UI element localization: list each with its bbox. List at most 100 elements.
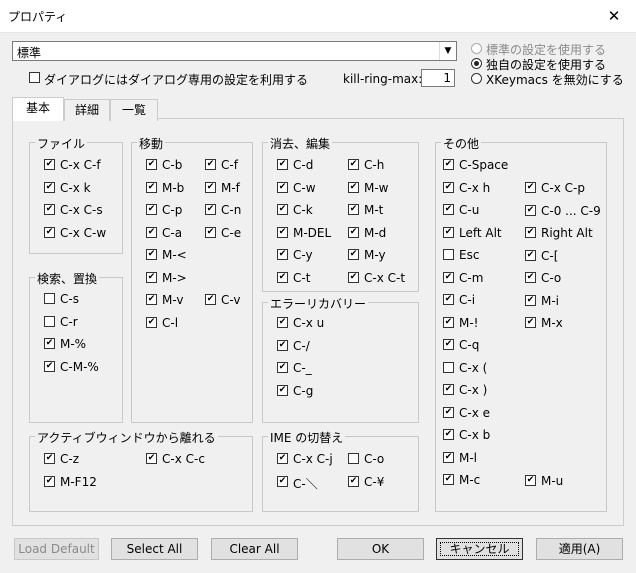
checkbox-edit-b-0[interactable]: ✔ [348, 159, 359, 170]
checkbox-move-b-3[interactable]: ✔ [205, 226, 216, 238]
checkbox-other-a-1[interactable]: ✔ [443, 181, 454, 193]
checkbox-other-b-0[interactable]: ✔ [525, 182, 536, 193]
checkbox-file-3[interactable]: ✔ [44, 226, 55, 238]
checkbox-edit-b-1[interactable]: ✔ [348, 181, 359, 193]
group-other-title: その他 [441, 135, 482, 152]
checkbox-label-other-a-1: C-x h [459, 180, 491, 195]
checkbox-other-b-1[interactable]: ✔ [525, 204, 536, 216]
checkbox-label-other-b-7: M-u [541, 473, 564, 488]
group-move-title: 移動 [137, 135, 166, 152]
checkbox-edit-a-4[interactable]: ✔ [277, 249, 288, 260]
checkbox-edit-a-0[interactable]: ✔ [277, 159, 288, 170]
checkbox-label-move-a-1: M-b [162, 180, 185, 195]
checkbox-ime-3[interactable]: ✔ [348, 476, 359, 487]
checkbox-ime-1[interactable] [348, 453, 359, 464]
checkbox-label-other-a-8: C-q [459, 338, 480, 352]
checkbox-other-a-7[interactable]: ✔ [443, 316, 454, 328]
checkbox-label-other-a-4: Esc [459, 248, 480, 262]
checkbox-recovery-3[interactable]: ✔ [277, 384, 288, 396]
checkbox-move-a-6[interactable]: ✔ [146, 294, 157, 305]
checkbox-other-a-14[interactable]: ✔ [443, 474, 454, 485]
clear-all-button[interactable]: Clear All [211, 538, 298, 560]
checkbox-other-a-12[interactable]: ✔ [443, 429, 454, 440]
checkbox-other-b-2[interactable]: ✔ [525, 227, 536, 238]
checkbox-active-1[interactable]: ✔ [146, 453, 157, 464]
checkbox-edit-a-1[interactable]: ✔ [277, 181, 288, 193]
checkbox-other-b-4[interactable]: ✔ [525, 272, 536, 283]
checkbox-move-b-0[interactable]: ✔ [205, 159, 216, 170]
settings-combo[interactable]: 標準 ▼ [12, 41, 457, 61]
select-all-button[interactable]: Select All [111, 538, 198, 560]
checkbox-ime-0[interactable]: ✔ [277, 453, 288, 464]
tab-list[interactable]: 一覧 [110, 99, 158, 121]
window-title: プロパティ [8, 10, 68, 24]
apply-button[interactable]: 適用(A) [536, 538, 623, 560]
checkbox-move-a-7[interactable]: ✔ [146, 316, 157, 328]
checkbox-other-a-0[interactable]: ✔ [443, 159, 454, 170]
checkbox-edit-a-3[interactable]: ✔ [277, 226, 288, 238]
checkbox-move-a-2[interactable]: ✔ [146, 204, 157, 215]
checkbox-other-a-3[interactable]: ✔ [443, 226, 454, 238]
checkbox-label-recovery-1: C-/ [293, 338, 310, 353]
checkbox-label-recovery-0: C-x u [293, 316, 325, 330]
checkbox-search-0[interactable] [44, 293, 55, 304]
checkbox-edit-a-2[interactable]: ✔ [277, 204, 288, 215]
cancel-button[interactable]: キャンセル [436, 538, 523, 560]
checkbox-other-b-3[interactable]: ✔ [525, 249, 536, 261]
checkbox-other-a-11[interactable]: ✔ [443, 406, 454, 418]
radio-use-custom[interactable] [471, 58, 482, 69]
checkbox-recovery-1[interactable]: ✔ [277, 339, 288, 351]
checkbox-other-a-2[interactable]: ✔ [443, 204, 454, 215]
checkbox-move-b-1[interactable]: ✔ [205, 181, 216, 193]
checkbox-other-a-9[interactable] [443, 361, 454, 373]
close-icon[interactable]: ✕ [594, 2, 634, 30]
radio-use-default[interactable] [471, 43, 482, 54]
checkbox-move-a-5[interactable]: ✔ [146, 271, 157, 283]
checkbox-label-move-b-1: M-f [221, 180, 240, 195]
checkbox-recovery-0[interactable]: ✔ [277, 317, 288, 328]
checkbox-search-2[interactable]: ✔ [44, 338, 55, 349]
checkbox-move-b-2[interactable]: ✔ [205, 204, 216, 215]
dialog-setting-checkbox[interactable] [29, 72, 40, 83]
checkbox-label-other-a-9: C-x ( [459, 360, 488, 375]
checkbox-move-a-4[interactable]: ✔ [146, 249, 157, 260]
checkbox-move-a-0[interactable]: ✔ [146, 159, 157, 170]
chevron-down-icon[interactable]: ▼ [439, 42, 456, 60]
tab-detail[interactable]: 詳細 [64, 99, 110, 121]
kill-ring-input[interactable]: 1 [421, 69, 455, 87]
checkbox-edit-b-4[interactable]: ✔ [348, 249, 359, 260]
checkbox-other-a-4[interactable] [443, 249, 454, 260]
checkbox-other-b-7[interactable]: ✔ [525, 474, 536, 486]
load-default-button[interactable]: Load Default [14, 538, 99, 560]
checkbox-active-0[interactable]: ✔ [44, 453, 55, 464]
checkbox-other-a-5[interactable]: ✔ [443, 271, 454, 283]
checkbox-other-a-10[interactable]: ✔ [443, 384, 454, 395]
checkbox-edit-b-3[interactable]: ✔ [348, 226, 359, 238]
checkbox-edit-b-2[interactable]: ✔ [348, 204, 359, 215]
checkbox-move-a-3[interactable]: ✔ [146, 226, 157, 238]
checkbox-ime-2[interactable]: ✔ [277, 476, 288, 487]
checkbox-label-edit-a-1: C-w [293, 180, 316, 195]
checkbox-search-1[interactable] [44, 315, 55, 327]
checkbox-move-b-4[interactable]: ✔ [205, 294, 216, 305]
checkbox-label-search-0: C-s [60, 292, 79, 306]
ok-button[interactable]: OK [337, 538, 424, 560]
checkbox-other-a-8[interactable]: ✔ [443, 339, 454, 350]
checkbox-file-1[interactable]: ✔ [44, 181, 55, 193]
checkbox-recovery-2[interactable]: ✔ [277, 362, 288, 373]
tab-basic[interactable]: 基本 [12, 97, 64, 121]
checkbox-label-other-a-11: C-x e [459, 405, 491, 420]
checkbox-search-3[interactable]: ✔ [44, 360, 55, 372]
checkbox-other-a-6[interactable]: ✔ [443, 294, 454, 305]
checkbox-edit-b-5[interactable]: ✔ [348, 271, 359, 283]
checkbox-label-recovery-3: C-g [293, 383, 314, 398]
checkbox-file-2[interactable]: ✔ [44, 204, 55, 215]
checkbox-active-2[interactable]: ✔ [44, 476, 55, 487]
radio-disable-xkeymacs[interactable] [471, 73, 482, 84]
checkbox-edit-a-5[interactable]: ✔ [277, 271, 288, 283]
checkbox-other-b-5[interactable]: ✔ [525, 294, 536, 306]
checkbox-move-a-1[interactable]: ✔ [146, 181, 157, 193]
checkbox-file-0[interactable]: ✔ [44, 159, 55, 170]
checkbox-other-b-6[interactable]: ✔ [525, 317, 536, 328]
checkbox-other-a-13[interactable]: ✔ [443, 451, 454, 463]
